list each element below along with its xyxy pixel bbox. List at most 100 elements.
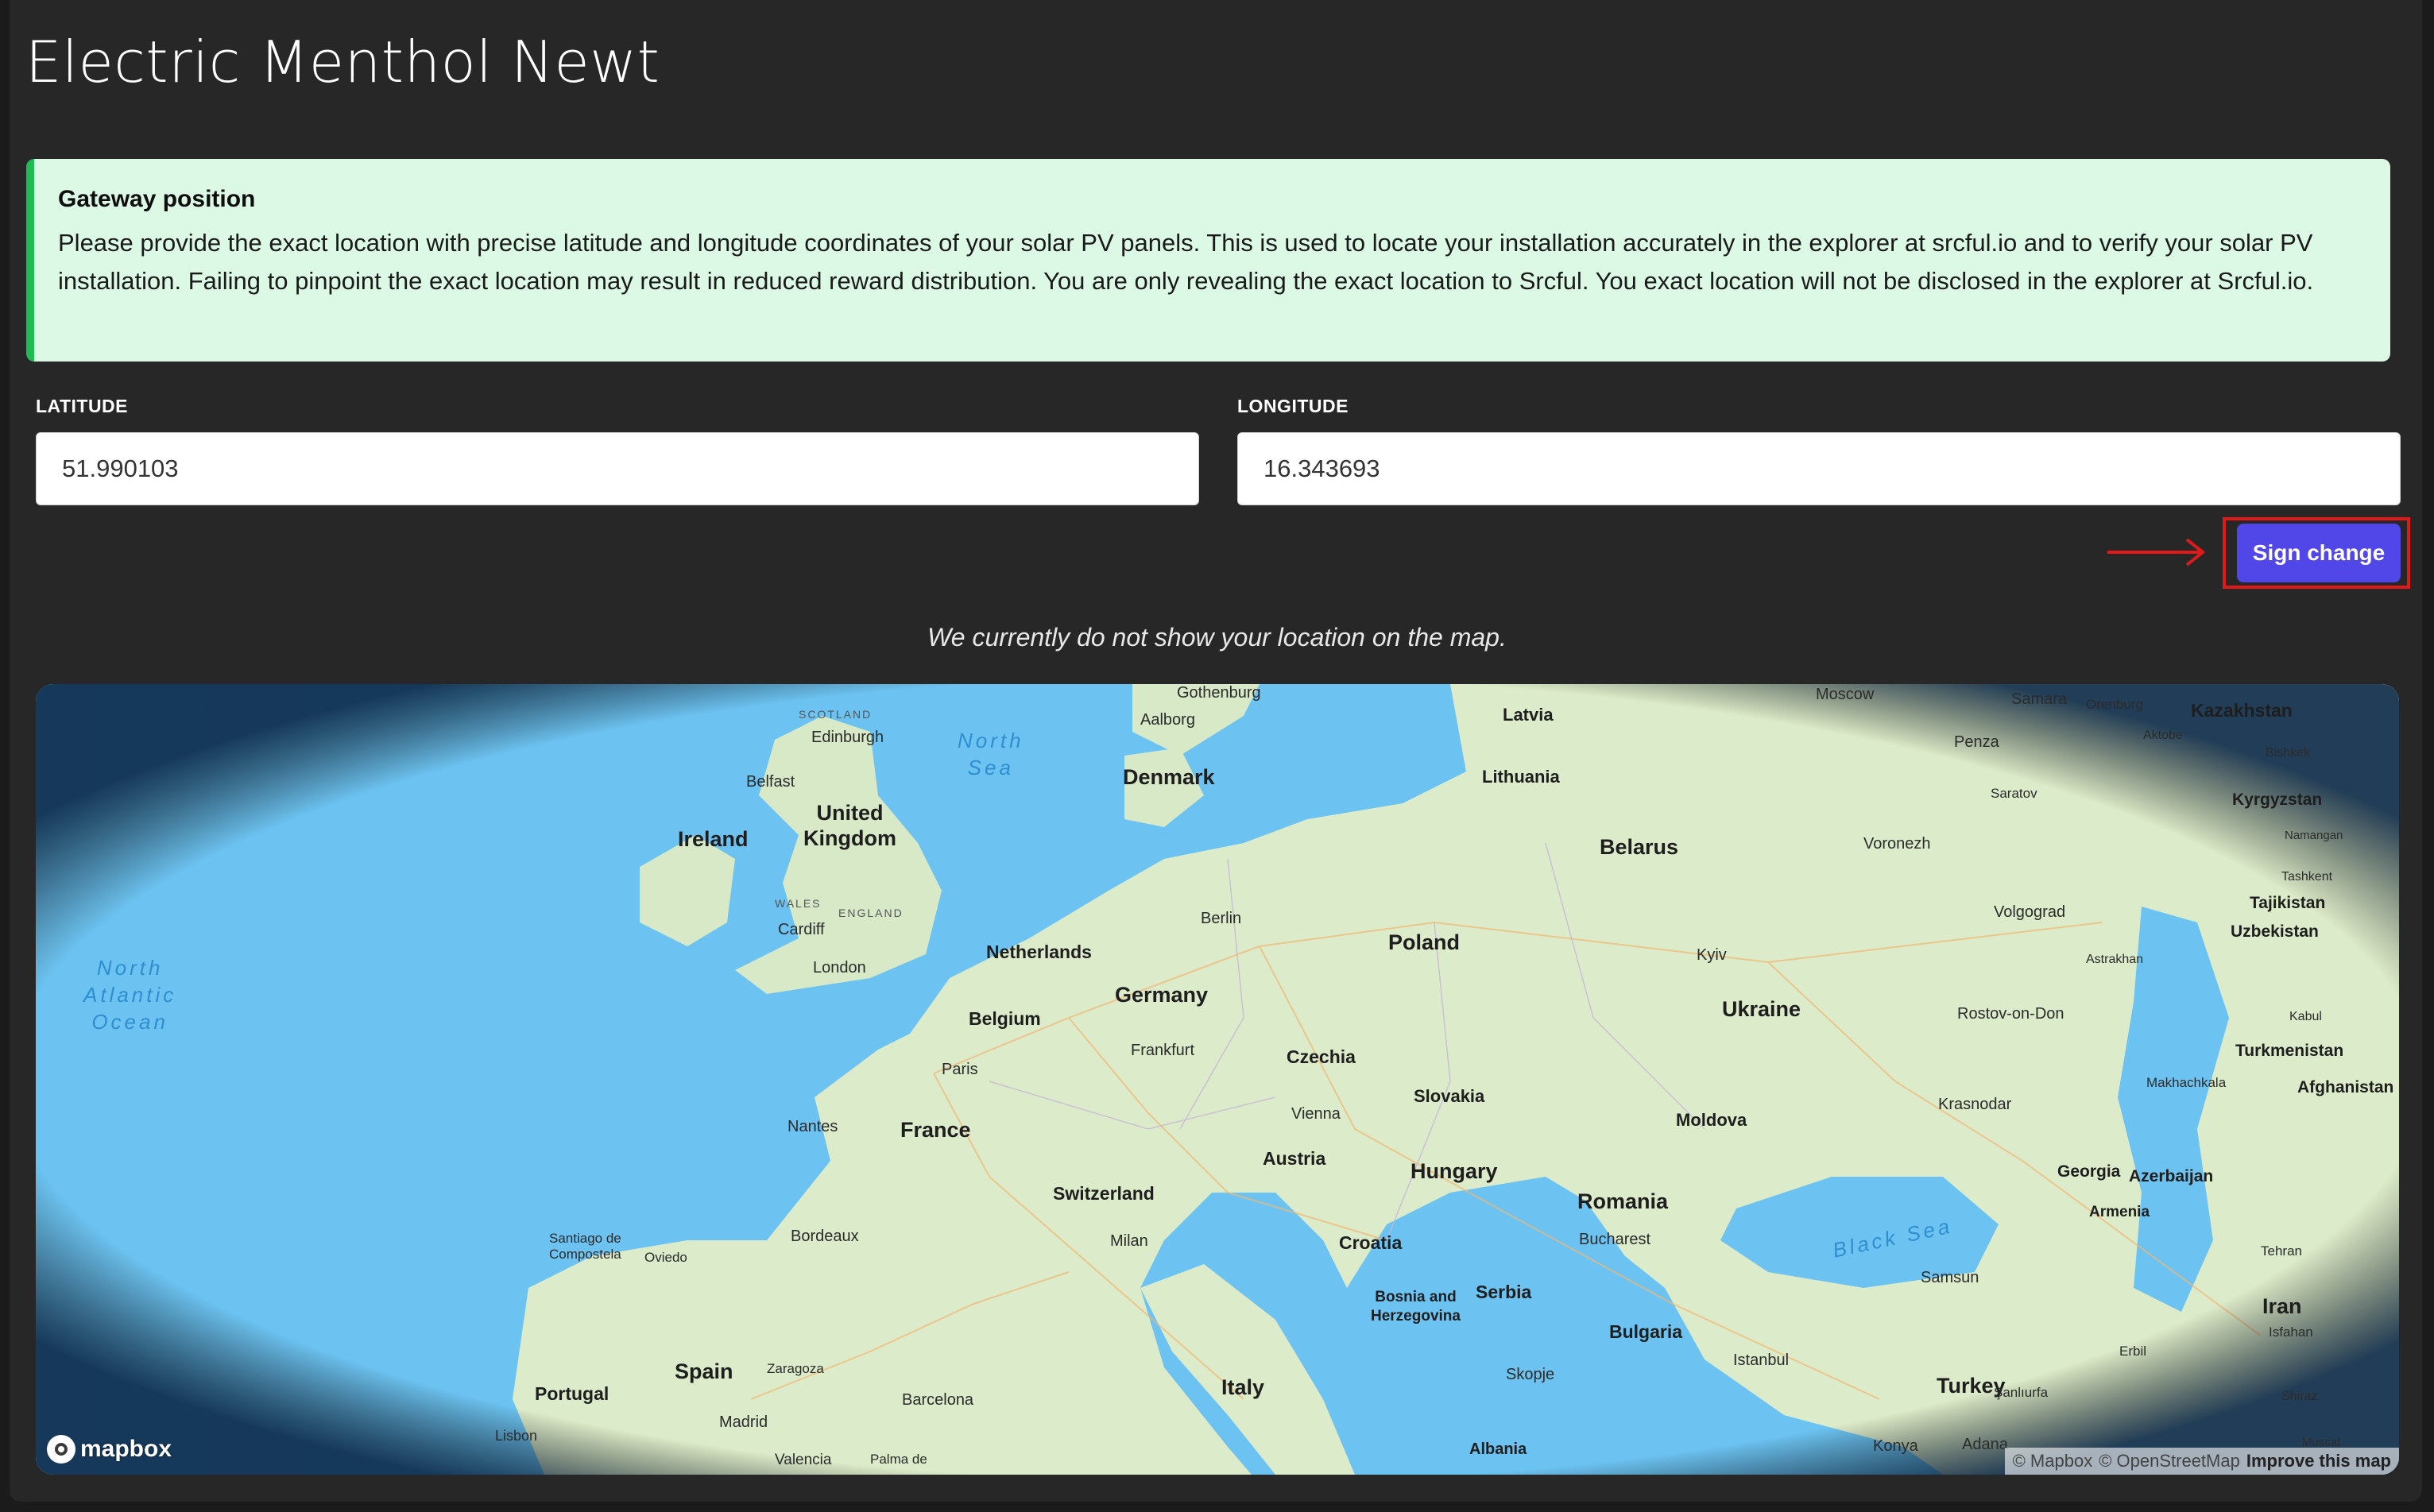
country-portugal: Portugal bbox=[535, 1383, 609, 1404]
city-edinburgh: Edinburgh bbox=[811, 729, 884, 746]
country-ireland: Ireland bbox=[678, 827, 749, 851]
city-krasnodar: Krasnodar bbox=[1938, 1096, 2012, 1113]
city-istanbul: Istanbul bbox=[1733, 1352, 1790, 1369]
city-makhachkala: Makhachkala bbox=[2146, 1075, 2227, 1090]
map-canvas bbox=[36, 684, 2399, 1475]
country-ukraine: Ukraine bbox=[1722, 997, 1801, 1021]
improve-map-link[interactable]: Improve this map bbox=[2246, 1451, 2391, 1471]
city-belfast: Belfast bbox=[746, 773, 795, 791]
city-aalborg: Aalborg bbox=[1140, 711, 1195, 729]
country-kyrgyzstan: Kyrgyzstan bbox=[2232, 791, 2323, 809]
country-lithuania: Lithuania bbox=[1482, 767, 1560, 787]
country-croatia: Croatia bbox=[1339, 1232, 1403, 1253]
city-rostov: Rostov-on-Don bbox=[1957, 1005, 2064, 1023]
alert-body: Please provide the exact location with p… bbox=[58, 229, 2314, 295]
city-vienna: Vienna bbox=[1291, 1105, 1341, 1123]
city-madrid: Madrid bbox=[719, 1413, 768, 1431]
country-italy: Italy bbox=[1221, 1375, 1265, 1399]
city-moscow: Moscow bbox=[1816, 686, 1875, 703]
country-germany: Germany bbox=[1115, 983, 1209, 1007]
country-armenia: Armenia bbox=[2089, 1204, 2150, 1220]
country-georgia: Georgia bbox=[2057, 1162, 2121, 1181]
country-latvia: Latvia bbox=[1503, 705, 1554, 725]
mapbox-logo-text: mapbox bbox=[80, 1436, 172, 1462]
city-erbil: Erbil bbox=[2119, 1344, 2147, 1359]
city-bordeaux: Bordeaux bbox=[791, 1228, 859, 1245]
longitude-input[interactable] bbox=[1237, 432, 2401, 505]
city-samara: Samara bbox=[2011, 690, 2068, 708]
country-uzbekistan: Uzbekistan bbox=[2231, 922, 2319, 941]
country-tajikistan: Tajikistan bbox=[2250, 894, 2326, 912]
annotation-arrow-icon bbox=[2107, 538, 2206, 567]
city-london: London bbox=[813, 959, 866, 976]
country-hungary: Hungary bbox=[1410, 1159, 1498, 1183]
city-palma: Palma de bbox=[870, 1452, 927, 1467]
city-isfahan: Isfahan bbox=[2269, 1324, 2313, 1340]
city-voronezh: Voronezh bbox=[1863, 835, 1931, 853]
gateway-position-alert: Gateway position Please provide the exac… bbox=[26, 159, 2390, 362]
latitude-input[interactable] bbox=[36, 432, 1199, 505]
city-gothenburg: Gothenburg bbox=[1177, 684, 1261, 702]
country-azerbaijan: Azerbaijan bbox=[2129, 1167, 2214, 1185]
city-zaragoza: Zaragoza bbox=[767, 1361, 824, 1376]
city-cardiff: Cardiff bbox=[778, 921, 825, 938]
country-switzerland: Switzerland bbox=[1053, 1183, 1155, 1204]
city-lisbon: Lisbon bbox=[495, 1428, 538, 1444]
country-poland: Poland bbox=[1388, 930, 1461, 954]
mapbox-logo-icon bbox=[47, 1435, 75, 1464]
country-serbia: Serbia bbox=[1476, 1282, 1532, 1302]
country-denmark: Denmark bbox=[1123, 765, 1215, 789]
country-belarus: Belarus bbox=[1600, 835, 1679, 859]
region-wales: WALES bbox=[775, 897, 822, 910]
city-barcelona: Barcelona bbox=[902, 1391, 974, 1409]
country-slovakia: Slovakia bbox=[1414, 1086, 1485, 1106]
country-czechia: Czechia bbox=[1287, 1046, 1356, 1067]
city-tehran: Tehran bbox=[2261, 1243, 2302, 1259]
city-paris: Paris bbox=[942, 1061, 978, 1078]
city-astrakhan: Astrakhan bbox=[2086, 953, 2144, 966]
city-konya: Konya bbox=[1873, 1437, 1918, 1455]
attribution-mapbox-link[interactable]: © Mapbox bbox=[2013, 1451, 2093, 1471]
sign-change-button[interactable]: Sign change bbox=[2237, 524, 2401, 582]
city-kabul: Kabul bbox=[2289, 1010, 2322, 1023]
city-milan: Milan bbox=[1110, 1232, 1148, 1250]
country-iran: Iran bbox=[2262, 1294, 2302, 1318]
country-belgium: Belgium bbox=[969, 1008, 1041, 1029]
region-england: ENGLAND bbox=[838, 907, 904, 919]
water-label-north-sea: North Sea bbox=[958, 729, 1024, 779]
city-skopje: Skopje bbox=[1506, 1366, 1555, 1383]
country-bulgaria: Bulgaria bbox=[1609, 1321, 1683, 1342]
city-oviedo: Oviedo bbox=[644, 1250, 687, 1265]
city-kyiv: Kyiv bbox=[1697, 946, 1727, 964]
city-sanliurfa: Şanlıurfa bbox=[1994, 1385, 2049, 1400]
region-scotland: SCOTLAND bbox=[799, 708, 873, 721]
latitude-label: LATITUDE bbox=[36, 396, 129, 416]
attribution-osm-link[interactable]: © OpenStreetMap bbox=[2099, 1451, 2240, 1471]
city-adana: Adana bbox=[1962, 1436, 2008, 1453]
city-namangan: Namangan bbox=[2285, 829, 2343, 842]
country-netherlands: Netherlands bbox=[986, 942, 1092, 962]
country-moldova: Moldova bbox=[1676, 1110, 1747, 1130]
page-title: Electric Menthol Newt bbox=[25, 29, 660, 95]
city-bucharest: Bucharest bbox=[1579, 1231, 1651, 1248]
city-valencia: Valencia bbox=[775, 1452, 832, 1468]
city-santiago: Santiago de Compostela bbox=[549, 1231, 621, 1262]
country-uk: United Kingdom bbox=[803, 801, 896, 850]
city-volgograd: Volgograd bbox=[1994, 903, 2066, 921]
city-bishkek: Bishkek bbox=[2266, 746, 2311, 760]
country-kazakhstan: Kazakhstan bbox=[2191, 700, 2293, 721]
city-penza: Penza bbox=[1954, 733, 1999, 751]
country-austria: Austria bbox=[1263, 1148, 1326, 1169]
city-saratov: Saratov bbox=[1991, 786, 2037, 801]
map-note: We currently do not show your location o… bbox=[927, 623, 1507, 652]
country-bosnia: Bosnia and Herzegovina bbox=[1371, 1289, 1461, 1324]
city-orenburg: Orenburg bbox=[2086, 697, 2143, 712]
city-samsun: Samsun bbox=[1921, 1269, 1979, 1286]
city-aktobe: Aktobe bbox=[2143, 729, 2183, 742]
water-label-atlantic: North Atlantic Ocean bbox=[83, 956, 177, 1034]
map-attribution: © Mapbox © OpenStreetMap Improve this ma… bbox=[2004, 1448, 2399, 1475]
alert-title: Gateway position bbox=[58, 186, 256, 212]
map-view[interactable]: North Sea North Atlantic Ocean Black Sea… bbox=[36, 684, 2399, 1475]
city-berlin: Berlin bbox=[1201, 910, 1242, 927]
mapbox-logo[interactable]: mapbox bbox=[47, 1435, 172, 1464]
